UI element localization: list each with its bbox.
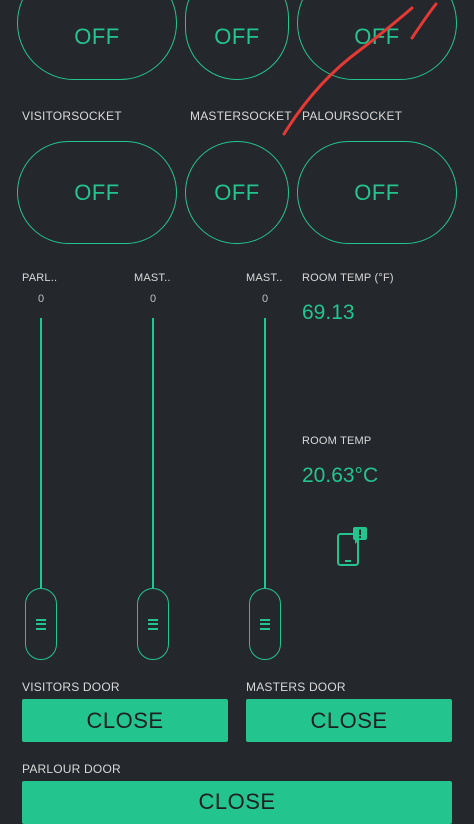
top-switch-2[interactable]: OFF [185, 0, 289, 80]
slider-master-2-handle[interactable] [249, 588, 281, 660]
switch-state: OFF [354, 24, 400, 49]
masters-door-label: MASTERS DOOR [246, 680, 346, 694]
drag-handle-icon [36, 618, 46, 630]
phone-alert-icon[interactable] [336, 526, 370, 568]
room-temp-c-value: 20.63°C [302, 464, 379, 487]
slider-master-2-label: MAST.. [246, 272, 283, 284]
room-temp-c-label: ROOM TEMP [302, 435, 372, 447]
switch-state: OFF [74, 179, 120, 205]
drag-handle-icon [260, 618, 270, 630]
room-temp-f-label: ROOM TEMP (°F) [302, 272, 394, 284]
palour-socket-label: PALOURSOCKET [302, 109, 403, 123]
slider-parlour-label: PARL.. [22, 272, 58, 284]
slider-master-1-handle[interactable] [137, 588, 169, 660]
switch-state: OFF [74, 24, 120, 49]
parlour-door-close-button[interactable]: CLOSE [22, 781, 452, 824]
visitor-socket-switch[interactable]: OFF [17, 141, 177, 244]
slider-parlour-value: 0 [37, 293, 45, 305]
slider-master-2-value: 0 [261, 293, 269, 305]
switch-state: OFF [354, 179, 400, 205]
master-socket-label: MASTERSOCKET [190, 109, 292, 123]
slider-master-1-track[interactable] [152, 318, 154, 588]
drag-handle-icon [148, 618, 158, 630]
switch-state: OFF [214, 179, 260, 205]
top-switch-3[interactable]: OFF [297, 0, 457, 80]
room-temp-f-value: 69.13 [302, 301, 355, 324]
switch-state: OFF [214, 24, 260, 49]
visitors-door-close-button[interactable]: CLOSE [22, 699, 228, 742]
visitor-socket-label: VISITORSOCKET [22, 109, 122, 123]
top-switch-1[interactable]: OFF [17, 0, 177, 80]
slider-parlour-track[interactable] [40, 318, 42, 588]
master-socket-switch[interactable]: OFF [185, 141, 289, 244]
slider-master-1-value: 0 [149, 293, 157, 305]
parlour-door-label: PARLOUR DOOR [22, 762, 121, 776]
visitors-door-label: VISITORS DOOR [22, 680, 120, 694]
slider-master-1-label: MAST.. [134, 272, 171, 284]
slider-parlour-handle[interactable] [25, 588, 57, 660]
slider-master-2-track[interactable] [264, 318, 266, 588]
palour-socket-switch[interactable]: OFF [297, 141, 457, 244]
masters-door-close-button[interactable]: CLOSE [246, 699, 452, 742]
